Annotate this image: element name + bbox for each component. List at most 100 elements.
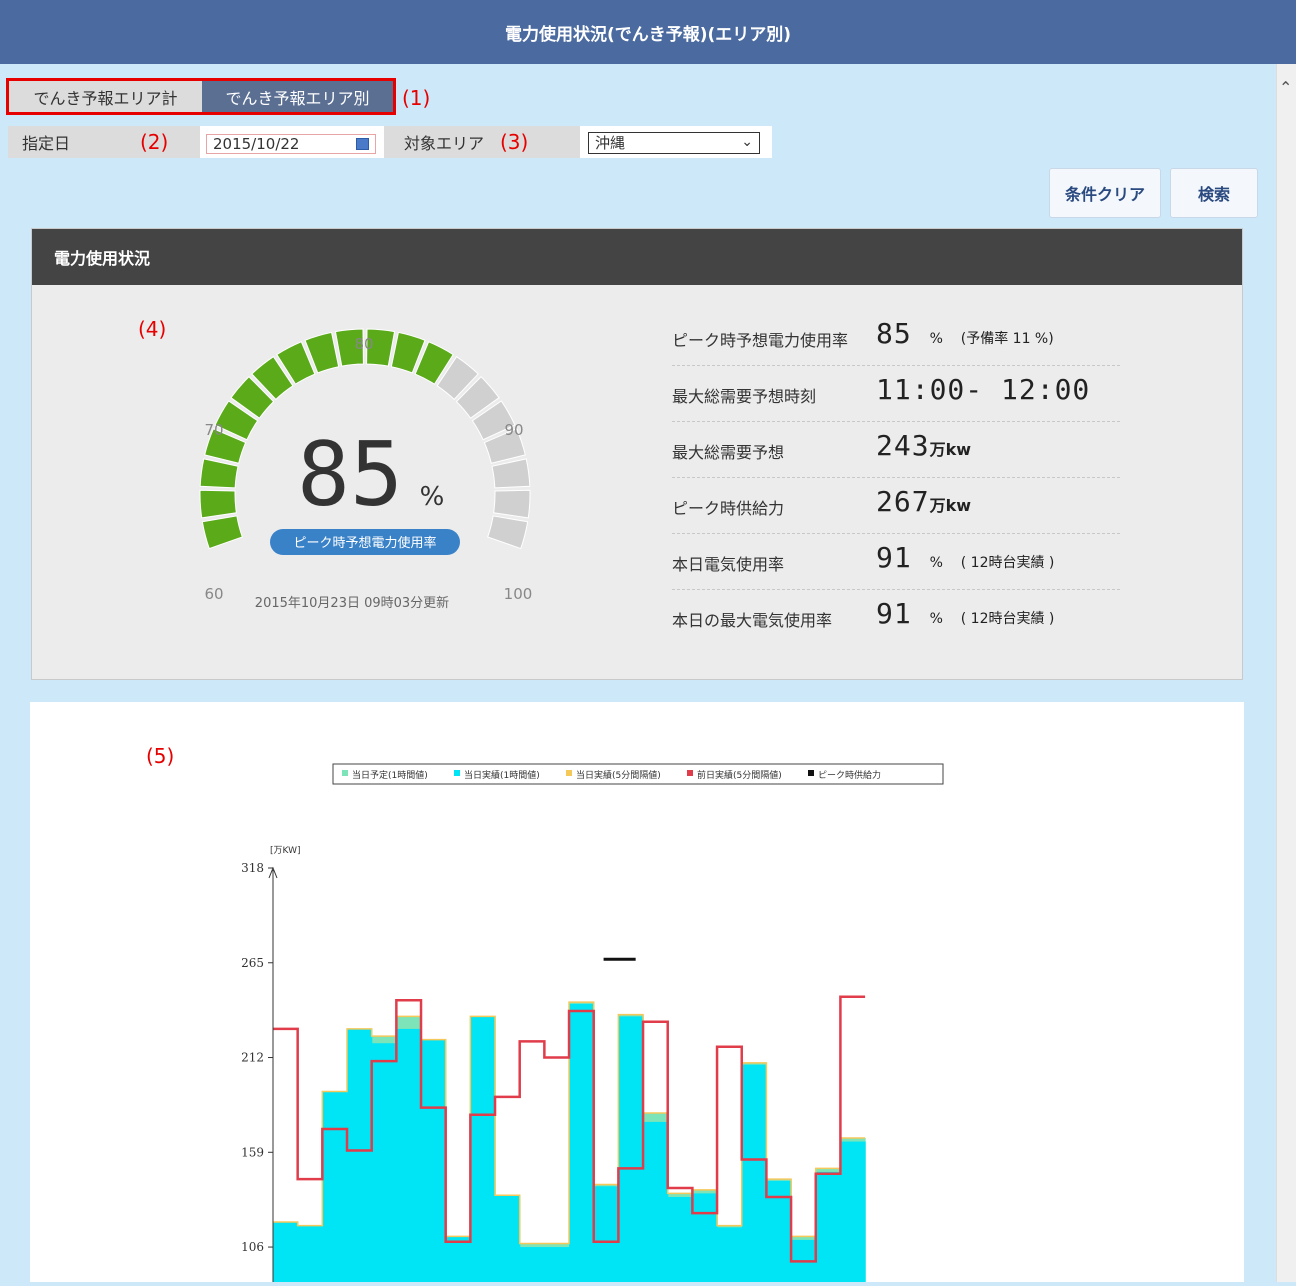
gauge-segment (199, 489, 237, 519)
stat-label: ピーク時予想電力使用率 (672, 331, 849, 350)
stat-row-today-rate: 本日電気使用率 91 % ( 12時台実績 ) (672, 533, 1120, 590)
chart-legend: 当日予定(1時間値) 当日実績(1時間値) 当日実績(5分間隔値) 前日実績(5分間隔… (332, 763, 944, 785)
legend-label: 当日実績(1時間値) (464, 769, 540, 781)
legend-swatch (687, 770, 693, 776)
chart-bar (569, 1003, 595, 1282)
demand-chart-area: (5) 当日予定(1時間値) 当日実績(1時間値) 当日実績(5分間隔値) 前日実績(… (30, 702, 1244, 1282)
stat-row-max-demand: 最大総需要予想 243万kw (672, 421, 1120, 478)
stat-value: 267万kw (876, 485, 972, 518)
chart-bar (297, 1225, 323, 1282)
chart-bar (815, 1171, 842, 1282)
chart-bar (371, 1043, 397, 1282)
chart-bar (840, 1141, 866, 1282)
gauge-badge-label: ピーク時予想電力使用率 (293, 535, 436, 551)
gauge-segment (201, 515, 243, 550)
stat-row-today-max-rate: 本日の最大電気使用率 91 % ( 12時台実績 ) (672, 589, 1120, 645)
chart-bar (643, 1121, 669, 1282)
gauge-tick-100: 100 (504, 585, 533, 603)
chart-bar (519, 1247, 545, 1282)
legend-swatch (566, 770, 572, 776)
chart-bar (347, 1028, 373, 1282)
chart-bar (445, 1236, 471, 1282)
chart-bar (322, 1091, 348, 1282)
usage-panel: 電力使用状況 (4) 60 70 80 90 100 85 % ピーク時予想電力… (31, 228, 1243, 680)
chart-bar (667, 1196, 693, 1282)
annotation-3: (3) (500, 130, 529, 154)
gauge-updated: 2015年10月23日 09時03分更新 (255, 595, 449, 611)
scroll-up-chevron-icon[interactable]: ⌃ (1279, 78, 1292, 97)
y-tick-label: 159 (241, 1145, 264, 1159)
stat-label: 本日の最大電気使用率 (672, 611, 833, 630)
legend-swatch (808, 770, 814, 776)
gauge-segment (493, 489, 531, 519)
chart-bar (396, 1028, 422, 1282)
gauge-value: 85 (297, 423, 403, 526)
annotation-2: (2) (140, 130, 169, 154)
stat-label: 本日電気使用率 (672, 555, 785, 574)
chevron-down-icon: ⌄ (741, 134, 753, 150)
stat-value: 91 % ( 12時台実績 ) (876, 541, 1055, 574)
area-label: 対象エリア (404, 134, 485, 153)
chart-bar (421, 1039, 447, 1282)
stat-label: ピーク時供給力 (672, 499, 785, 518)
stat-row-peak-time: 最大総需要予想時刻 11:00- 12:00 (672, 365, 1120, 422)
chart-bar (273, 1222, 299, 1282)
gauge-segment (487, 515, 529, 550)
y-tick-label: 106 (241, 1240, 264, 1254)
chart-bar (495, 1195, 521, 1282)
panel-title: 電力使用状況 (32, 229, 1242, 285)
gauge-tick-80: 80 (354, 335, 373, 353)
legend-swatch (342, 770, 348, 776)
tab-area-total[interactable]: でんき予報エリア計 (9, 81, 202, 112)
vertical-scrollbar[interactable]: ⌃ (1276, 64, 1296, 1282)
stat-value: 11:00- 12:00 (876, 373, 1091, 406)
date-value-cell: 2015/10/22 (200, 126, 384, 158)
chart-bar (741, 1064, 767, 1282)
y-tick-label: 265 (241, 956, 264, 970)
annotation-4: (4) (138, 317, 167, 341)
demand-chart: 当日予定(1時間値) 当日実績(1時間値) 当日実績(5分間隔値) 前日実績(5分間隔… (241, 763, 944, 1282)
chart-bar (470, 1016, 496, 1282)
y-axis-label: [万KW] (270, 846, 301, 856)
chart-bar (544, 1247, 570, 1282)
stat-label: 最大総需要予想時刻 (672, 387, 817, 406)
legend-label: 当日予定(1時間値) (352, 769, 428, 781)
date-input[interactable]: 2015/10/22 (206, 134, 376, 154)
stat-row-peak-supply: ピーク時供給力 267万kw (672, 477, 1120, 534)
date-label-cell: 指定日 (8, 126, 200, 158)
legend-swatch (454, 770, 460, 776)
chart-bar (717, 1227, 743, 1282)
stat-value: 91 % ( 12時台実績 ) (876, 597, 1055, 630)
usage-gauge: 60 70 80 90 100 85 % ピーク時予想電力使用率 2015年10… (199, 328, 533, 611)
chart-bar (593, 1186, 619, 1282)
gauge-tick-60: 60 (204, 585, 223, 603)
tab-group: でんき予報エリア計 でんき予報エリア別 (6, 78, 396, 115)
area-value-cell: 沖縄 ⌄ (580, 126, 772, 158)
gauge-tick-90: 90 (504, 421, 523, 439)
gauge-segment (491, 458, 531, 489)
legend-label: 当日実績(5分間隔値) (576, 769, 661, 781)
tab-area-by-area[interactable]: でんき予報エリア別 (202, 81, 393, 112)
area-select[interactable]: 沖縄 ⌄ (588, 132, 760, 154)
date-label: 指定日 (22, 134, 71, 153)
chart-bar (692, 1193, 718, 1282)
y-tick-label: 318 (241, 861, 264, 875)
annotation-1: (1) (402, 86, 431, 110)
legend-label: 前日実績(5分間隔値) (697, 769, 782, 781)
stat-row-peak-rate: ピーク時予想電力使用率 85 % (予備率 11 %) (672, 309, 1120, 366)
area-label-cell: 対象エリア (384, 126, 580, 158)
clear-conditions-button[interactable]: 条件クリア (1049, 168, 1161, 218)
gauge-unit: % (420, 482, 445, 512)
search-button[interactable]: 検索 (1170, 168, 1258, 218)
gauge-tick-70: 70 (204, 421, 223, 439)
chart-bar (618, 1016, 644, 1282)
y-tick-label: 212 (241, 1051, 264, 1065)
page-title: 電力使用状況(でんき予報)(エリア別) (0, 0, 1296, 64)
gauge-segment (199, 458, 239, 489)
stat-value: 85 % (予備率 11 %) (876, 317, 1054, 350)
annotation-5: (5) (146, 744, 175, 768)
stat-value: 243万kw (876, 429, 972, 462)
legend-label: ピーク時供給力 (818, 769, 881, 781)
stat-label: 最大総需要予想 (672, 443, 785, 462)
calendar-icon[interactable] (356, 138, 369, 150)
